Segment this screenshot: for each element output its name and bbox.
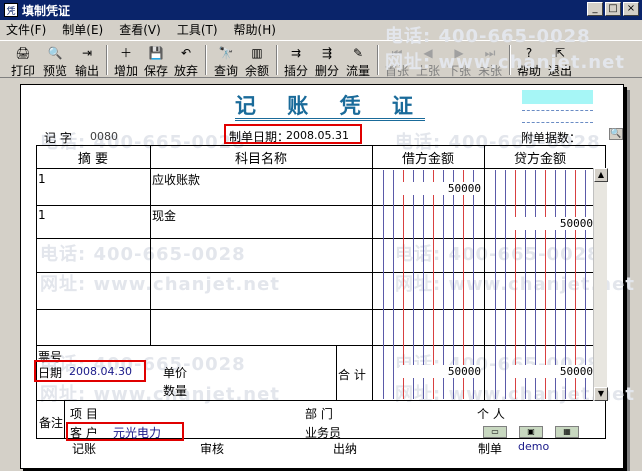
scroll-down-icon[interactable]: ▼ [594,387,608,401]
department-label: 部 门 [305,407,333,421]
export-button[interactable]: ⇥ 输出 [72,43,102,78]
maximize-button[interactable]: □ [605,2,621,16]
search-icon[interactable]: 🔍 [609,128,623,140]
attachments-label: 附单据数： [521,131,582,145]
monitor-icon[interactable]: ▣ [519,426,543,438]
delete-row-icon: ⇶ [321,46,333,60]
app-icon: 凭 [4,3,18,17]
watermark-phone-1: 电话: 400-665-0028 [385,26,591,47]
remark-label: 备注 [39,416,64,430]
person-label: 个 人 [477,407,505,421]
grid-icon[interactable]: ▦ [555,426,579,438]
card-icon[interactable]: ▭ [483,426,507,438]
menu-view[interactable]: 查看(V) [119,21,161,38]
quantity-label: 数量 [163,384,188,398]
watermark-site-1: 网址: www.chanjet.net [385,52,625,73]
make-date-value[interactable]: 2008.05.31 [286,129,349,142]
row2-account[interactable]: 现金 [152,207,176,224]
floppy-icon: 💾 [148,46,164,60]
preview-icon: 🔍 [47,46,63,60]
unit-price-label: 单价 [163,366,188,380]
pencil-icon: ✎ [352,46,364,60]
bookkeeper-label: 记账 [72,442,97,456]
row2-credit[interactable]: 50000 [510,217,593,230]
voucher-type-label: 记 字 [44,131,72,145]
maker-label: 制单 [478,442,503,456]
header-summary: 摘 要 [77,152,109,167]
window-title: 填制凭证 [22,3,71,18]
salesperson-label: 业务员 [305,426,342,440]
total-label: 合 计 [338,368,366,382]
delete-entry-button[interactable]: ⇶ 删分 [312,43,342,78]
cashflow-button[interactable]: ✎ 流量 [343,43,373,78]
ticket-date-value[interactable]: 2008.04.30 [69,365,132,378]
discard-button[interactable]: ↶ 放弃 [171,43,201,78]
scroll-up-icon[interactable]: ▲ [594,168,608,182]
minimize-button[interactable]: _ [587,2,603,16]
menu-file[interactable]: 文件(F) [6,21,46,38]
total-credit: 50000 [510,365,593,378]
row1-summary[interactable]: 1 [38,172,46,186]
header-credit: 贷方金额 [513,152,566,167]
row1-debit[interactable]: 50000 [400,182,481,195]
project-label: 项 目 [70,407,98,421]
add-button[interactable]: ＋增加 [111,43,141,78]
header-account: 科目名称 [234,152,287,167]
binoculars-icon: 🔭 [218,46,234,60]
customer-value[interactable]: 元光电力 [113,424,161,441]
title-bar: 凭 填制凭证 _ □ × [0,0,642,20]
ticket-date-label: 日期 [38,366,63,380]
printer-icon: 🖨 [15,46,31,60]
close-button[interactable]: × [623,2,639,16]
maker-value: demo [518,440,550,453]
menu-tools[interactable]: 工具(T) [177,21,218,38]
print-button[interactable]: 🖨 打印 [8,43,38,78]
reviewer-label: 审核 [200,442,225,456]
signature-footer: 记账 审核 出纳 制单 demo [20,440,624,456]
voucher-grid [36,145,606,439]
vertical-scrollbar[interactable]: ▲ ▼ [593,168,608,401]
insert-entry-button[interactable]: ⇉ 插分 [281,43,311,78]
bar-chart-icon: ▥ [251,46,263,60]
customer-label: 客 户 [70,426,98,440]
save-button[interactable]: 💾 保存 [141,43,171,78]
new-doc-icon: ＋ [119,46,132,60]
preview-button[interactable]: 🔍 预览 [40,43,70,78]
insert-row-icon: ⇉ [290,46,302,60]
export-icon: ⇥ [81,46,93,60]
row1-account[interactable]: 应收账款 [152,171,200,188]
menu-help[interactable]: 帮助(H) [234,21,276,38]
menu-voucher[interactable]: 制单(E) [62,21,103,38]
cashier-label: 出纳 [333,442,358,456]
query-button[interactable]: 🔭 查询 [211,43,241,78]
undo-icon: ↶ [180,46,192,60]
voucher-heading: 记 账 凭 证 [235,94,425,121]
row2-summary[interactable]: 1 [38,208,46,222]
voucher-number[interactable]: 0080 [90,130,118,143]
header-debit: 借方金额 [401,152,454,167]
make-date-label: 制单日期： [229,130,290,144]
total-debit: 50000 [400,365,481,378]
voucher-status-box [522,90,593,104]
balance-button[interactable]: ▥ 余额 [242,43,272,78]
